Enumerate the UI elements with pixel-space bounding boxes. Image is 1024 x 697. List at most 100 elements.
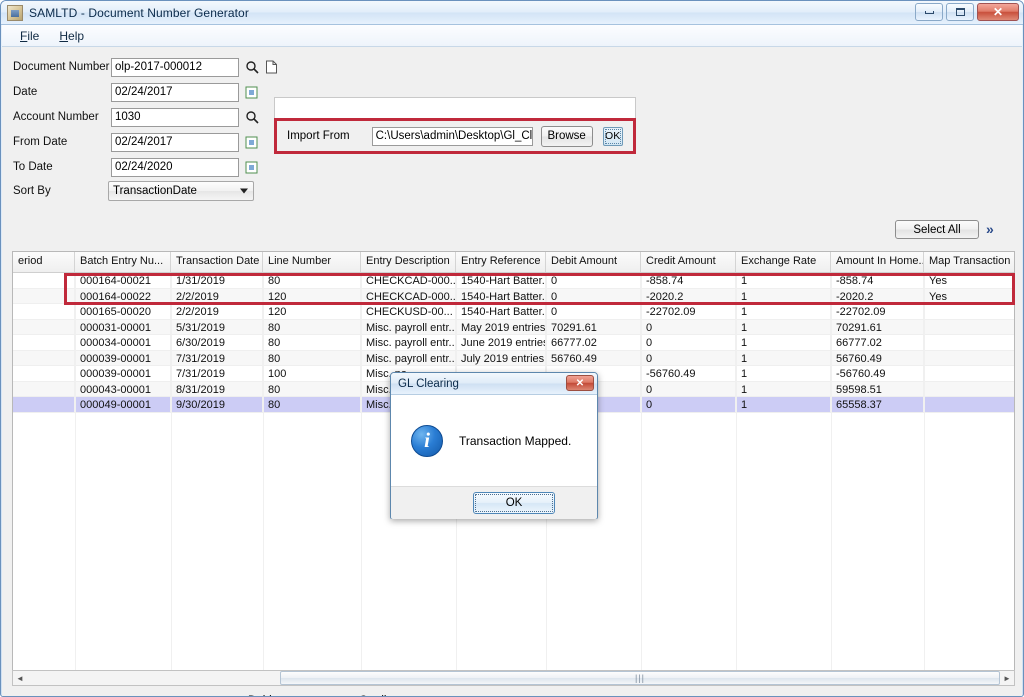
- title-bar: SAMLTD - Document Number Generator ✕: [1, 1, 1023, 25]
- table-row[interactable]: 000031-000015/31/201980Misc. payroll ent…: [13, 320, 1014, 336]
- table-cell: [13, 366, 75, 381]
- table-cell: [13, 335, 75, 350]
- table-row[interactable]: 000164-000211/31/201980CHECKCAD-000...15…: [13, 273, 1014, 289]
- table-cell: Misc. payroll entr...: [361, 351, 456, 366]
- grid-column-header[interactable]: Transaction Date: [171, 252, 263, 272]
- calendar-icon[interactable]: [244, 160, 259, 175]
- table-row[interactable]: 000165-000202/2/2019120CHECKUSD-00...154…: [13, 304, 1014, 320]
- gl-clearing-dialog: GL Clearing ✕ i Transaction Mapped. OK: [390, 372, 598, 519]
- grid-column-header[interactable]: eriod: [13, 252, 75, 272]
- field-row-from-date: From Date 02/24/2017: [13, 132, 259, 152]
- table-cell: -858.74: [641, 273, 736, 288]
- grid-column-header[interactable]: Line Number: [263, 252, 361, 272]
- table-cell: 0: [546, 289, 641, 304]
- table-cell: -2020.2: [641, 289, 736, 304]
- table-cell: 56760.49: [546, 351, 641, 366]
- table-cell: 9/30/2019: [171, 397, 263, 412]
- menu-item-file[interactable]: File: [10, 27, 49, 45]
- table-row[interactable]: 000164-000222/2/2019120CHECKCAD-000...15…: [13, 289, 1014, 305]
- grid-horizontal-scrollbar[interactable]: ◄ ||| ►: [12, 670, 1015, 686]
- table-cell: June 2019 entries: [456, 335, 546, 350]
- dialog-ok-button[interactable]: OK: [473, 492, 555, 514]
- scrollbar-thumb[interactable]: |||: [280, 671, 1000, 685]
- table-cell: [924, 382, 1015, 397]
- grid-column-header[interactable]: Amount In Home...: [831, 252, 924, 272]
- sort-by-dropdown[interactable]: TransactionDate: [108, 181, 254, 201]
- table-cell: [924, 304, 1015, 319]
- table-cell: 0: [641, 335, 736, 350]
- table-cell: 000039-00001: [75, 351, 171, 366]
- expand-chevrons-icon[interactable]: »: [986, 220, 994, 239]
- table-cell: 6/30/2019: [171, 335, 263, 350]
- grid-column-header[interactable]: Batch Entry Nu...: [75, 252, 171, 272]
- close-icon: ✕: [576, 378, 584, 389]
- to-date-input[interactable]: 02/24/2020: [111, 158, 239, 177]
- browse-button[interactable]: Browse: [541, 126, 593, 147]
- table-cell: [13, 289, 75, 304]
- table-cell: 000034-00001: [75, 335, 171, 350]
- date-input[interactable]: 02/24/2017: [111, 83, 239, 102]
- table-cell: 7/31/2019: [171, 351, 263, 366]
- table-cell: 59598.51: [831, 382, 924, 397]
- grid-column-header[interactable]: Entry Description: [361, 252, 456, 272]
- label-date: Date: [13, 86, 108, 98]
- table-cell: CHECKCAD-000...: [361, 289, 456, 304]
- grid-column-header[interactable]: Entry Reference: [456, 252, 546, 272]
- table-cell: 1: [736, 273, 831, 288]
- table-cell: 000043-00001: [75, 382, 171, 397]
- field-row-to-date: To Date 02/24/2020: [13, 157, 259, 177]
- page-icon[interactable]: [264, 60, 279, 75]
- dialog-close-button[interactable]: ✕: [566, 375, 594, 391]
- table-row[interactable]: 000039-000017/31/201980Misc. payroll ent…: [13, 351, 1014, 367]
- grid-column-header[interactable]: Debit Amount: [546, 252, 641, 272]
- scrollbar-track[interactable]: |||: [27, 671, 1000, 685]
- table-cell: 7/31/2019: [171, 366, 263, 381]
- account-number-input[interactable]: 1030: [111, 108, 239, 127]
- dialog-message: Transaction Mapped.: [459, 434, 571, 448]
- dialog-title-bar: GL Clearing ✕: [391, 373, 597, 395]
- grid-column-header[interactable]: Exchange Rate: [736, 252, 831, 272]
- table-cell: [924, 366, 1015, 381]
- table-cell: Misc. payroll entr...: [361, 320, 456, 335]
- table-cell: 70291.61: [831, 320, 924, 335]
- table-cell: -2020.2: [831, 289, 924, 304]
- application-window: SAMLTD - Document Number Generator ✕ Fil…: [0, 0, 1024, 697]
- table-cell: 0: [641, 397, 736, 412]
- maximize-button[interactable]: [946, 3, 974, 21]
- scroll-left-icon[interactable]: ◄: [13, 671, 27, 685]
- table-cell: 1540-Hart Batter...: [456, 289, 546, 304]
- import-path-input[interactable]: C:\Users\admin\Desktop\Gl_Cle: [372, 127, 533, 146]
- table-cell: 1540-Hart Batter...: [456, 273, 546, 288]
- chevron-down-icon: [240, 189, 248, 194]
- search-icon[interactable]: [244, 110, 259, 125]
- calendar-icon[interactable]: [244, 135, 259, 150]
- dialog-footer: OK: [391, 487, 597, 519]
- table-cell: -22702.09: [641, 304, 736, 319]
- close-window-button[interactable]: ✕: [977, 3, 1019, 21]
- select-all-button[interactable]: Select All: [895, 220, 979, 239]
- table-row[interactable]: 000034-000016/30/201980Misc. payroll ent…: [13, 335, 1014, 351]
- label-import-from: Import From: [287, 130, 350, 142]
- search-icon[interactable]: [244, 60, 259, 75]
- calendar-icon[interactable]: [244, 85, 259, 100]
- minimize-button[interactable]: [915, 3, 943, 21]
- from-date-input[interactable]: 02/24/2017: [111, 133, 239, 152]
- table-cell: 1: [736, 289, 831, 304]
- grid-column-header[interactable]: Credit Amount: [641, 252, 736, 272]
- dialog-title: GL Clearing: [398, 378, 459, 390]
- table-cell: 80: [263, 351, 361, 366]
- label-document-number: Document Number: [13, 61, 108, 73]
- scroll-right-icon[interactable]: ►: [1000, 671, 1014, 685]
- grid-column-header[interactable]: Map Transaction: [924, 252, 1015, 272]
- table-cell: [13, 273, 75, 288]
- document-number-input[interactable]: olp-2017-000012: [111, 58, 239, 77]
- table-cell: 000164-00021: [75, 273, 171, 288]
- import-ok-button[interactable]: OK: [603, 127, 623, 146]
- window-title: SAMLTD - Document Number Generator: [29, 6, 249, 20]
- table-cell: 5/31/2019: [171, 320, 263, 335]
- menu-item-help[interactable]: Help: [49, 27, 94, 45]
- table-cell: [924, 335, 1015, 350]
- table-cell: 80: [263, 320, 361, 335]
- info-icon: i: [411, 425, 443, 457]
- import-from-group: Import From C:\Users\admin\Desktop\Gl_Cl…: [274, 118, 636, 154]
